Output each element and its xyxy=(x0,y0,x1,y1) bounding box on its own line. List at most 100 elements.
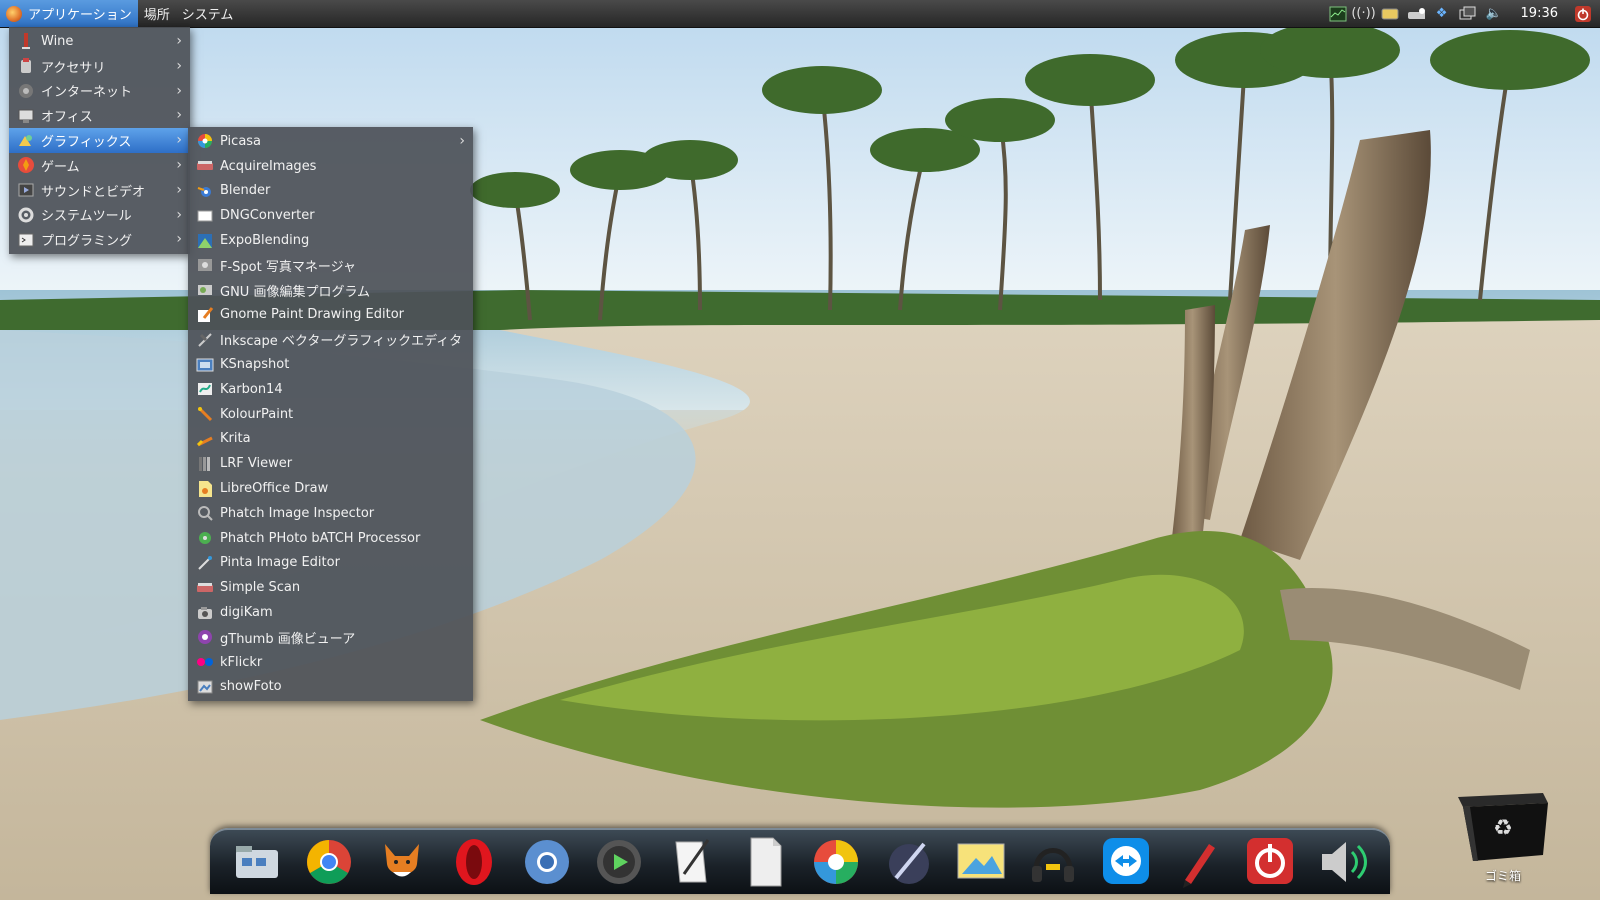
fox-icon[interactable] xyxy=(375,834,429,890)
gimp-icon xyxy=(196,281,214,299)
graphics-menu-item[interactable]: Blender xyxy=(188,179,473,204)
applications-menu-item[interactable]: システムツール › xyxy=(9,203,190,228)
krita-icon xyxy=(196,430,214,448)
chevron-right-icon: › xyxy=(176,132,182,149)
chevron-right-icon: › xyxy=(176,107,182,124)
graphics-menu-item[interactable]: Simple Scan xyxy=(188,575,473,600)
graphics-menu-item-label: DNGConverter xyxy=(220,208,315,224)
top-panel: アプリケーション 場所 システム ((·)) ❖ 🔈 19:36 xyxy=(0,0,1600,28)
applications-menu-item[interactable]: グラフィックス › xyxy=(9,128,190,153)
graphics-menu-item-label: Inkscape ベクターグラフィックエディタ xyxy=(220,334,463,350)
graphics-menu-item[interactable]: F-Spot 写真マネージャ xyxy=(188,253,473,278)
chevron-right-icon: › xyxy=(176,206,182,223)
graphics-menu-item[interactable]: LibreOffice Draw xyxy=(188,476,473,501)
trash-desktop-icon[interactable]: ♻ ゴミ箱 xyxy=(1448,785,1558,885)
chevron-right-icon: › xyxy=(176,231,182,248)
applications-menu-item[interactable]: オフィス › xyxy=(9,103,190,128)
graphics-menu-item[interactable]: digiKam xyxy=(188,600,473,625)
volume-icon[interactable]: 🔈 xyxy=(1485,5,1503,23)
inkscape-pen-icon[interactable] xyxy=(882,834,936,890)
removable-drive-icon[interactable] xyxy=(1381,5,1399,23)
trash-icon: ♻ xyxy=(1458,793,1548,861)
text-editor-icon[interactable] xyxy=(664,834,718,890)
graphics-menu-item[interactable]: Phatch Image Inspector xyxy=(188,501,473,526)
programming-icon xyxy=(17,231,35,249)
dropbox-icon[interactable]: ❖ xyxy=(1433,5,1451,23)
libreoffice-draw-icon xyxy=(196,480,214,498)
graphics-menu-item[interactable]: KSnapshot xyxy=(188,352,473,377)
graphics-menu-item[interactable]: Gnome Paint Drawing Editor xyxy=(188,303,473,328)
lrf-icon xyxy=(196,455,214,473)
clock[interactable]: 19:36 xyxy=(1521,6,1558,21)
graphics-menu-item-label: AcquireImages xyxy=(220,158,317,174)
applications-menu-item[interactable]: プログラミング › xyxy=(9,227,190,252)
internet-icon xyxy=(17,82,35,100)
applications-menu-item-label: プログラミング xyxy=(41,234,133,250)
wireless-icon[interactable]: ((·)) xyxy=(1351,5,1375,23)
graphics-menu-item-label: gThumb 画像ビューア xyxy=(220,631,356,647)
graphics-menu-item-label: GNU 画像編集プログラム xyxy=(220,284,371,300)
chevron-right-icon: › xyxy=(459,133,465,149)
graphics-menu-item[interactable]: Pinta Image Editor xyxy=(188,551,473,576)
picasa-icon xyxy=(196,132,214,150)
opera-icon[interactable] xyxy=(447,834,501,890)
network-icon[interactable] xyxy=(1407,5,1425,23)
graphics-menu-item-label: Simple Scan xyxy=(220,580,301,596)
applications-menu-item[interactable]: インターネット › xyxy=(9,79,190,104)
headphones-icon[interactable] xyxy=(1026,834,1080,890)
media-player-icon[interactable] xyxy=(592,834,646,890)
graphics-menu-item-label: KolourPaint xyxy=(220,406,294,422)
scan-icon xyxy=(196,579,214,597)
chevron-right-icon: › xyxy=(176,33,182,49)
graphics-menu-item[interactable]: ExpoBlending xyxy=(188,228,473,253)
marker-icon[interactable] xyxy=(1171,834,1225,890)
applications-menu-item-label: アクセサリ xyxy=(41,60,106,76)
workspace-switcher-icon[interactable] xyxy=(1459,5,1477,23)
applications-menu[interactable]: アプリケーション xyxy=(0,0,138,27)
applications-menu-item[interactable]: Wine › xyxy=(9,29,190,54)
graphics-menu-item-label: kFlickr xyxy=(220,654,263,670)
graphics-menu-item[interactable]: Picasa › xyxy=(188,129,473,154)
picasa-icon[interactable] xyxy=(809,834,863,890)
blank-document-icon[interactable] xyxy=(737,834,791,890)
graphics-menu-item[interactable]: LRF Viewer xyxy=(188,451,473,476)
image-viewer-icon[interactable] xyxy=(954,834,1008,890)
places-menu[interactable]: 場所 xyxy=(138,0,176,27)
graphics-menu-item[interactable]: gThumb 画像ビューア xyxy=(188,625,473,650)
graphics-menu-item-label: KSnapshot xyxy=(220,357,290,373)
chromium-icon[interactable] xyxy=(520,834,574,890)
graphics-menu-item[interactable]: GNU 画像編集プログラム xyxy=(188,278,473,303)
system-monitor-icon[interactable] xyxy=(1329,5,1347,23)
applications-menu-item-label: ゲーム xyxy=(41,159,80,175)
graphics-menu-item[interactable]: showFoto xyxy=(188,675,473,700)
file-manager-icon[interactable] xyxy=(230,834,284,890)
graphics-menu-item[interactable]: Karbon14 xyxy=(188,377,473,402)
chevron-right-icon: › xyxy=(176,57,182,74)
graphics-menu-item[interactable]: DNGConverter xyxy=(188,203,473,228)
graphics-menu-item[interactable]: Krita xyxy=(188,427,473,452)
system-menu[interactable]: システム xyxy=(176,0,240,27)
graphics-menu-item-label: Phatch Image Inspector xyxy=(220,505,375,521)
chrome-icon[interactable] xyxy=(302,834,356,890)
gnome-paint-icon xyxy=(196,306,214,324)
applications-menu-item[interactable]: ゲーム › xyxy=(9,153,190,178)
graphics-menu-item-label: F-Spot 写真マネージャ xyxy=(220,259,356,275)
graphics-menu-item-label: Pinta Image Editor xyxy=(220,555,340,571)
graphics-menu-item[interactable]: Phatch PHoto bATCH Processor xyxy=(188,526,473,551)
graphics-menu-item[interactable]: Inkscape ベクターグラフィックエディタ xyxy=(188,327,473,352)
graphics-menu-item[interactable]: kFlickr xyxy=(188,650,473,675)
volume-icon[interactable] xyxy=(1316,834,1370,890)
graphics-menu-item-label: Krita xyxy=(220,431,251,447)
graphics-menu-item[interactable]: KolourPaint xyxy=(188,402,473,427)
graphics-menu-item-label: Phatch PHoto bATCH Processor xyxy=(220,530,421,546)
teamviewer-icon[interactable] xyxy=(1099,834,1153,890)
showfoto-icon xyxy=(196,678,214,696)
applications-menu-item[interactable]: アクセサリ › xyxy=(9,54,190,79)
chevron-right-icon: › xyxy=(176,181,182,198)
sound-video-icon xyxy=(17,181,35,199)
applications-menu-item[interactable]: サウンドとビデオ › xyxy=(9,178,190,203)
shutdown-icon[interactable] xyxy=(1574,5,1592,23)
graphics-menu-item[interactable]: AcquireImages xyxy=(188,154,473,179)
power-icon[interactable] xyxy=(1243,834,1297,890)
kflickr-icon xyxy=(196,653,214,671)
